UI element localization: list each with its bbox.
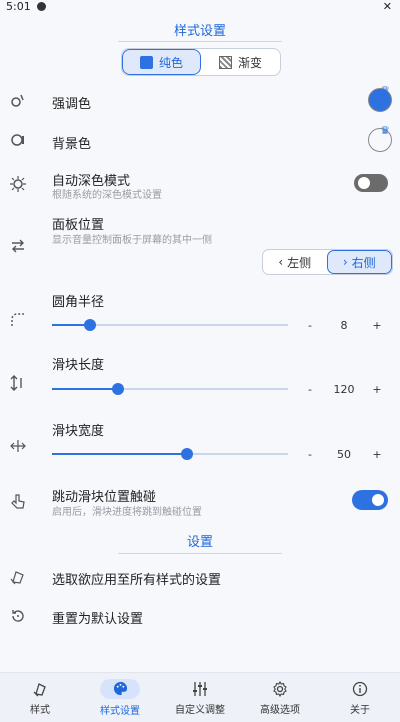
- slider-thumb[interactable]: [83, 319, 96, 331]
- slider-thumb[interactable]: [112, 383, 125, 395]
- fill-gradient-label: 渐变: [238, 55, 263, 70]
- gear-icon: [271, 680, 289, 698]
- corner-radius-minus-button[interactable]: -: [304, 319, 316, 332]
- status-bar: 5:01 ✕: [0, 0, 400, 14]
- position-right-button[interactable]: › 右侧: [326, 250, 392, 274]
- slider-length-slider[interactable]: [52, 382, 288, 396]
- touch-icon: [8, 491, 28, 511]
- slider-fill: [52, 453, 187, 455]
- nav-item-about[interactable]: 关于: [320, 673, 400, 722]
- dark-mode-icon: [8, 174, 28, 194]
- slider-width-slider[interactable]: [52, 447, 288, 461]
- reset-defaults-action[interactable]: 重置为默认设置: [52, 608, 143, 627]
- section-divider: [118, 41, 282, 42]
- position-left-button[interactable]: ‹ 左侧: [263, 250, 327, 274]
- corner-radius-value: 8: [340, 319, 348, 332]
- premium-crown-icon: ♛: [380, 124, 390, 137]
- corner-radius-slider[interactable]: [52, 318, 288, 332]
- position-right-label: 右侧: [351, 255, 376, 270]
- notification-icon: [37, 2, 46, 11]
- bottom-navigation: 样式 样式设置 自定义调整 高级选项 关于: [0, 672, 400, 722]
- slider-width-minus-button[interactable]: -: [304, 448, 316, 461]
- corner-radius-plus-button[interactable]: +: [371, 319, 383, 332]
- auto-dark-subtitle: 根随系统的深色模式设置: [52, 190, 162, 201]
- fill-gradient-button[interactable]: 渐变: [201, 49, 280, 75]
- slider-length-minus-button[interactable]: -: [304, 383, 316, 396]
- nav-label: 样式设置: [100, 705, 140, 717]
- solid-color-icon: [140, 55, 153, 69]
- nav-label: 样式: [30, 704, 50, 716]
- panel-position-subtitle: 显示音量控制面板于屏幕的其中一侧: [52, 235, 212, 246]
- gradient-icon: [219, 55, 232, 69]
- jump-touch-subtitle: 启用后，滑块进度将跳到触碰位置: [52, 507, 202, 518]
- switch-knob: [358, 177, 370, 189]
- fill-mode-toggle: 纯色 渐变: [121, 48, 281, 76]
- nav-item-advanced[interactable]: 高级选项: [240, 673, 320, 722]
- nav-label: 自定义调整: [175, 704, 225, 716]
- section-divider: [118, 553, 282, 554]
- slider-fill: [52, 388, 119, 390]
- nav-item-styles[interactable]: 样式: [0, 673, 80, 722]
- background-color-icon: [8, 130, 28, 150]
- slider-width-title: 滑块宽度: [52, 424, 105, 439]
- reset-icon: [8, 606, 28, 626]
- palette-icon: [8, 91, 28, 111]
- chevron-left-icon: ‹: [278, 255, 284, 269]
- close-icon: ✕: [382, 0, 392, 13]
- panel-position-toggle: ‹ 左侧 › 右侧: [262, 249, 393, 275]
- section-title-style: 样式设置: [173, 24, 226, 39]
- slider-thumb[interactable]: [180, 448, 193, 460]
- nav-label: 关于: [350, 704, 370, 716]
- nav-item-custom-adjust[interactable]: 自定义调整: [160, 673, 240, 722]
- slider-length-plus-button[interactable]: +: [371, 383, 383, 396]
- width-icon: [8, 436, 28, 456]
- length-icon: [8, 373, 28, 393]
- slider-length-value: 120: [333, 383, 355, 396]
- layers-icon: [8, 567, 28, 587]
- nav-label: 高级选项: [260, 704, 300, 716]
- corner-radius-title: 圆角半径: [52, 295, 105, 310]
- palette-icon: [100, 678, 140, 699]
- swap-arrows-icon: [8, 236, 28, 256]
- sliders-icon: [191, 680, 209, 698]
- fill-solid-label: 纯色: [159, 55, 184, 70]
- slider-length-title: 滑块长度: [52, 358, 105, 373]
- info-icon: [351, 680, 369, 698]
- background-color-title: 背景色: [52, 137, 92, 152]
- jump-touch-switch[interactable]: [352, 490, 388, 510]
- nav-item-style-settings[interactable]: 样式设置: [80, 673, 160, 722]
- layers-icon: [31, 680, 49, 698]
- fill-solid-button[interactable]: 纯色: [122, 49, 202, 75]
- switch-knob: [372, 494, 384, 506]
- corner-radius-icon: [8, 310, 28, 330]
- apply-all-action[interactable]: 选取欲应用至所有样式的设置: [52, 569, 221, 588]
- section-title-settings: 设置: [186, 535, 213, 550]
- auto-dark-switch[interactable]: [354, 174, 388, 192]
- slider-width-value: 50: [337, 448, 351, 461]
- premium-crown-icon: ♛: [380, 84, 390, 97]
- chevron-right-icon: ›: [342, 255, 348, 269]
- status-time: 5:01: [6, 0, 31, 13]
- slider-width-plus-button[interactable]: +: [371, 448, 383, 461]
- position-left-label: 左侧: [287, 255, 312, 270]
- accent-color-title: 强调色: [52, 97, 92, 112]
